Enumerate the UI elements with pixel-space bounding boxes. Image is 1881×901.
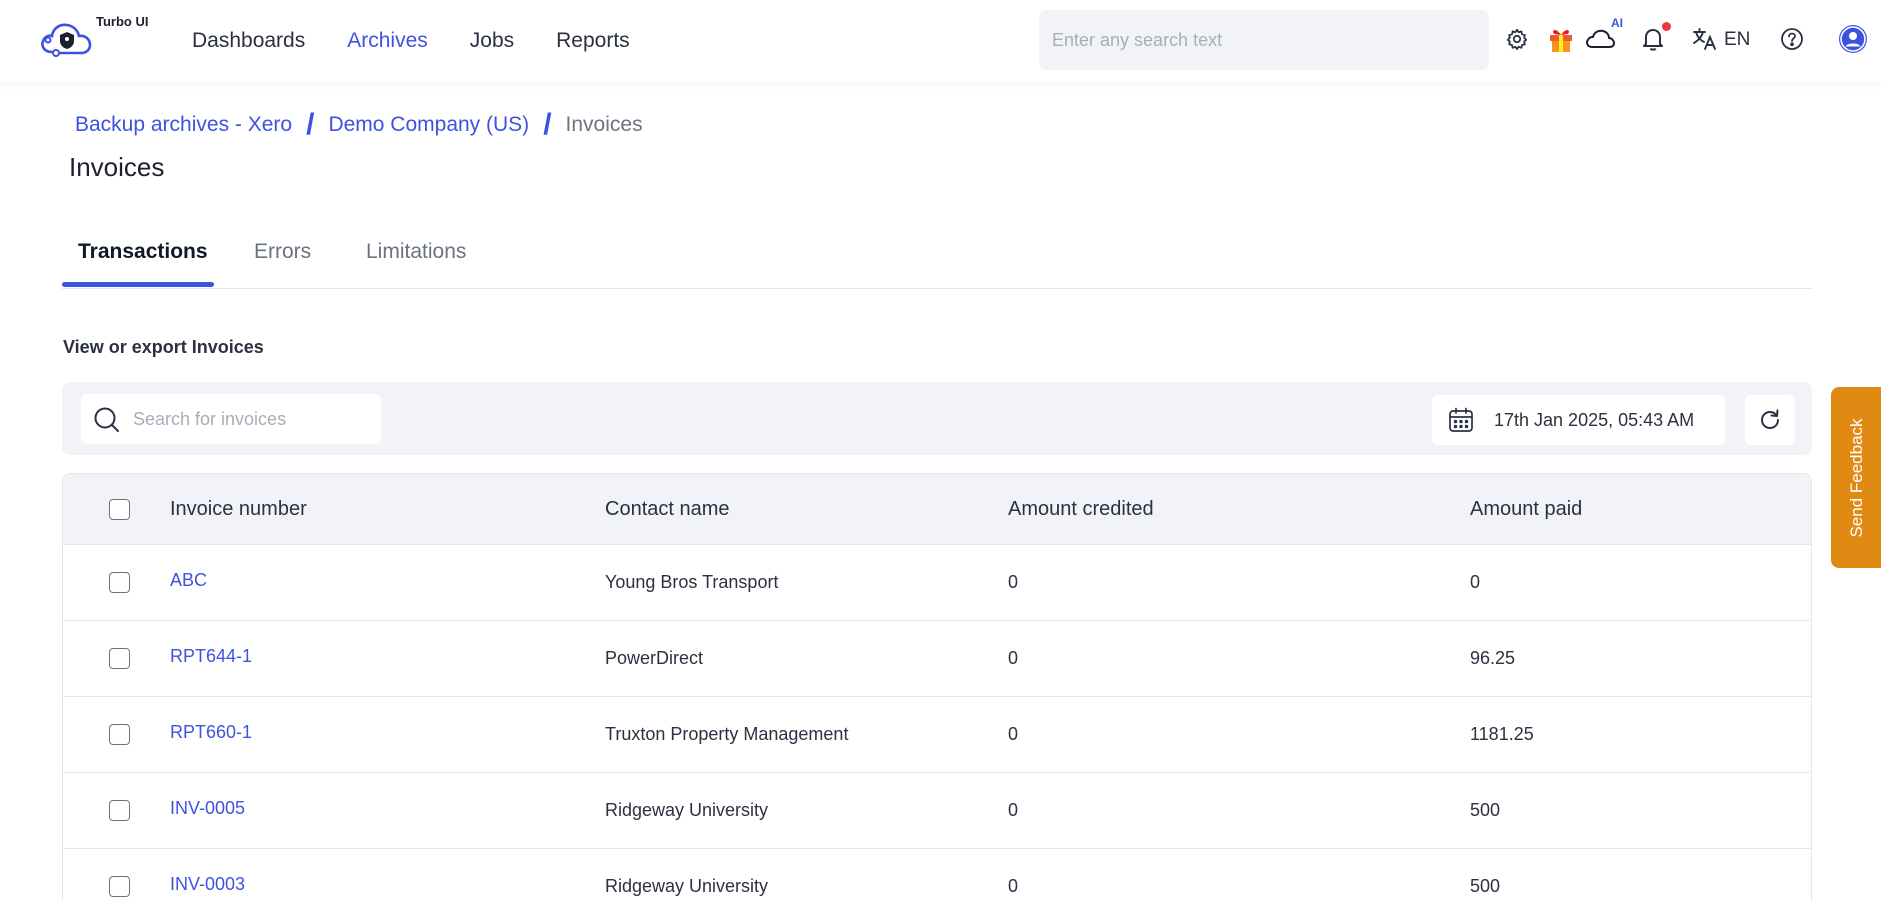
user-menu-button[interactable] [1836, 22, 1870, 56]
active-tab-indicator [62, 282, 214, 287]
select-all-cell [109, 474, 130, 544]
section-label: View or export Invoices [63, 337, 264, 357]
nav-reports[interactable]: Reports [556, 29, 630, 53]
tab-transactions[interactable]: Transactions [78, 240, 208, 264]
row-checkbox[interactable] [109, 724, 130, 745]
column-header-amount-credited[interactable]: Amount credited [1008, 474, 1154, 544]
amount-credited-cell: 0 [1008, 648, 1019, 668]
tab-errors[interactable]: Errors [254, 240, 311, 264]
gear-icon [1506, 28, 1528, 50]
invoice-search [81, 394, 381, 444]
table-row: RPT660-1 Truxton Property Management 0 1… [63, 697, 1811, 773]
gift-icon [1550, 29, 1572, 52]
cloud-ai-icon [1586, 29, 1615, 48]
contact-name-cell: Ridgeway University [605, 876, 769, 896]
contact-name-cell: Truxton Property Management [605, 724, 849, 744]
amount-credited-cell: 0 [1008, 876, 1019, 896]
table-row: INV-0005 Ridgeway University 0 500 [63, 773, 1811, 849]
brand-logo[interactable]: Turbo UI [38, 12, 158, 64]
row-checkbox[interactable] [109, 572, 130, 593]
help-button[interactable] [1775, 22, 1809, 56]
nav-jobs[interactable]: Jobs [470, 29, 514, 53]
row-checkbox[interactable] [109, 876, 130, 897]
row-checkbox-cell [109, 849, 130, 901]
invoices-table: Invoice number Contact name Amount credi… [62, 473, 1812, 901]
tab-bar: Transactions Errors Limitations [62, 228, 1812, 289]
refresh-button[interactable] [1745, 395, 1795, 445]
amount-paid-cell: 0 [1470, 572, 1481, 592]
column-header-contact-name[interactable]: Contact name [605, 474, 730, 544]
global-search-input[interactable] [1039, 10, 1489, 70]
nav-dashboards[interactable]: Dashboards [192, 29, 305, 53]
row-checkbox-cell [109, 773, 130, 848]
invoice-number-link[interactable]: ABC [170, 570, 207, 591]
notification-dot [1662, 22, 1671, 31]
bell-icon [1643, 29, 1663, 51]
translate-icon [1693, 28, 1716, 50]
amount-credited-cell: 0 [1008, 572, 1019, 592]
invoice-number-link[interactable]: RPT660-1 [170, 722, 252, 743]
row-checkbox-cell [109, 545, 130, 620]
search-icon [94, 407, 119, 432]
table-row: ABC Young Bros Transport 0 0 [63, 545, 1811, 621]
row-checkbox-cell [109, 697, 130, 772]
help-icon [1781, 28, 1803, 50]
backup-date: 17th Jan 2025, 05:43 AM [1494, 410, 1695, 430]
gift-button[interactable] [1544, 22, 1578, 56]
breadcrumb-current: Invoices [565, 113, 643, 136]
settings-button[interactable] [1500, 22, 1534, 56]
user-avatar-icon [1839, 25, 1867, 53]
table-toolbar: 17th Jan 2025, 05:43 AM [62, 382, 1812, 455]
refresh-icon [1760, 409, 1779, 430]
invoice-number-link[interactable]: INV-0005 [170, 798, 245, 819]
invoice-number-link[interactable]: RPT644-1 [170, 646, 252, 667]
breadcrumb-separator: / [543, 108, 552, 141]
invoice-number-link[interactable]: INV-0003 [170, 874, 245, 895]
amount-paid-cell: 500 [1470, 800, 1501, 820]
column-header-invoice-number[interactable]: Invoice number [170, 474, 307, 544]
send-feedback-button[interactable]: Send Feedback [1831, 387, 1881, 568]
main-nav: Dashboards Archives Jobs Reports [192, 0, 672, 82]
table-row: INV-0003 Ridgeway University 0 500 [63, 849, 1811, 901]
breadcrumb-company[interactable]: Demo Company (US) [328, 113, 529, 137]
breadcrumb-backup-archives[interactable]: Backup archives - Xero [75, 113, 292, 137]
amount-paid-cell: 1181.25 [1470, 724, 1534, 744]
contact-name-cell: Ridgeway University [605, 800, 769, 820]
contact-name-cell: Young Bros Transport [605, 572, 779, 592]
invoice-search-input[interactable] [133, 394, 373, 444]
calendar-icon [1449, 407, 1473, 432]
amount-paid-cell: 500 [1470, 876, 1501, 896]
ai-badge: AI [1611, 16, 1623, 30]
table-header: Invoice number Contact name Amount credi… [63, 474, 1811, 545]
row-checkbox-cell [109, 621, 130, 696]
language-button[interactable] [1688, 22, 1722, 56]
send-feedback-label: Send Feedback [1847, 417, 1866, 538]
breadcrumb: Backup archives - Xero / Demo Company (U… [75, 110, 643, 140]
brand-name: Turbo UI [96, 14, 149, 29]
column-header-amount-paid[interactable]: Amount paid [1470, 474, 1582, 544]
cloud-shield-logo-icon [41, 23, 92, 57]
tab-limitations[interactable]: Limitations [366, 240, 466, 264]
select-all-checkbox[interactable] [109, 498, 130, 520]
nav-archives[interactable]: Archives [347, 29, 428, 53]
row-checkbox[interactable] [109, 648, 130, 669]
language-label[interactable]: EN [1724, 29, 1750, 51]
table-row: RPT644-1 PowerDirect 0 96.25 [63, 621, 1811, 697]
amount-paid-cell: 96.25 [1470, 648, 1516, 668]
date-picker-button[interactable]: 17th Jan 2025, 05:43 AM [1432, 395, 1725, 445]
row-checkbox[interactable] [109, 800, 130, 821]
amount-credited-cell: 0 [1008, 724, 1019, 744]
page-title: Invoices [69, 152, 165, 182]
breadcrumb-separator: / [306, 108, 315, 141]
amount-credited-cell: 0 [1008, 800, 1019, 820]
contact-name-cell: PowerDirect [605, 648, 704, 668]
top-bar: Turbo UI Dashboards Archives Jobs Report… [0, 0, 1881, 82]
